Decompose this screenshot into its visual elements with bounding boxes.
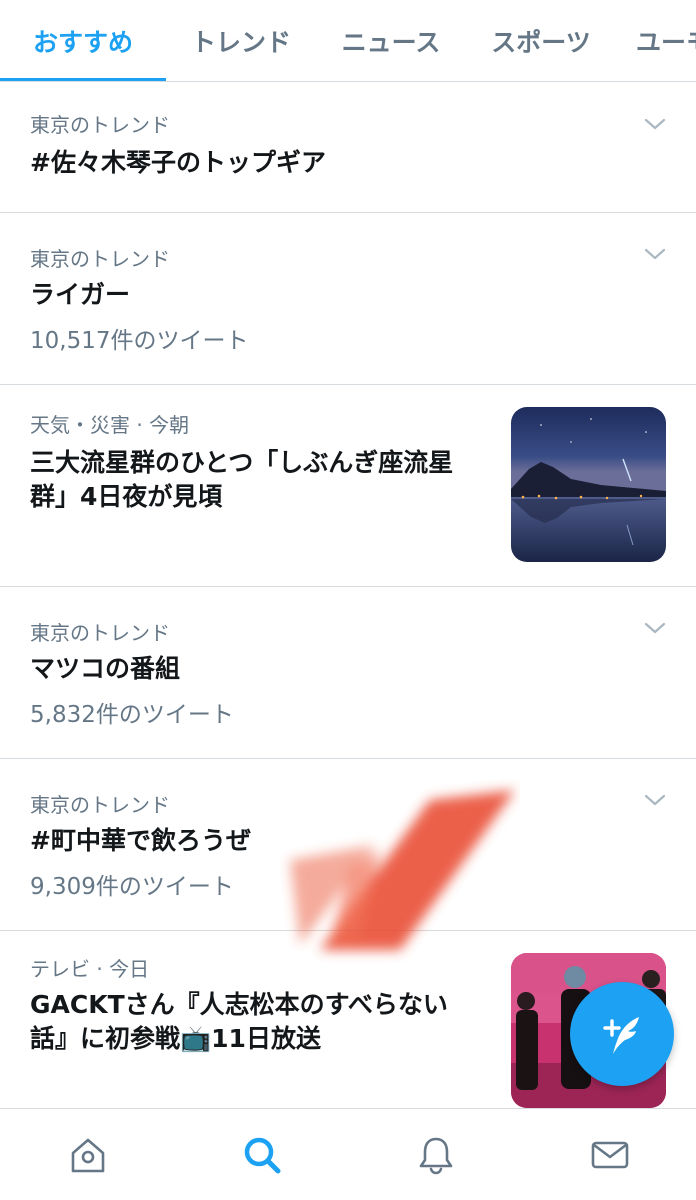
active-tab-indicator — [0, 78, 166, 81]
news-title-line2: 群」4日夜が見頃 — [30, 482, 223, 511]
night-lake-meteor-photo — [511, 407, 666, 562]
tweet-count: 10,517件のツイート — [30, 328, 249, 354]
trend-title: #町中華で飲ろうぜ — [30, 826, 251, 855]
trend-item[interactable]: 東京のトレンド #佐々木琴子のトップギア — [0, 83, 696, 213]
home-icon — [71, 1138, 105, 1173]
trend-context: 東京のトレンド — [30, 793, 170, 817]
compose-tweet-button[interactable] — [570, 982, 674, 1086]
trend-context: 東京のトレンド — [30, 247, 170, 271]
nav-home[interactable] — [64, 1131, 112, 1179]
television-emoji: 📺 — [180, 1024, 212, 1053]
tab-sports[interactable]: スポーツ — [468, 0, 614, 81]
news-context: テレビ · 今日 — [30, 957, 150, 981]
tweet-count: 5,832件のツイート — [30, 702, 234, 728]
trend-title: マツコの番組 — [30, 654, 181, 683]
trend-context: 東京のトレンド — [30, 621, 170, 645]
news-title-line1: GACKTさん『人志松本のすべらない — [30, 990, 448, 1019]
envelope-icon — [591, 1141, 629, 1169]
trend-title: #佐々木琴子のトップギア — [30, 148, 326, 177]
chevron-down-icon[interactable] — [644, 789, 666, 811]
trend-context: 東京のトレンド — [30, 113, 170, 137]
tweet-count: 9,309件のツイート — [30, 874, 234, 900]
nav-messages[interactable] — [586, 1131, 634, 1179]
news-item[interactable]: 天気・災害 · 今朝 三大流星群のひとつ「しぶんぎ座流星 群」4日夜が見頃 — [0, 385, 696, 587]
news-thumbnail — [511, 407, 666, 562]
explore-screen: おすすめ トレンド ニュース スポーツ ユーモア 東京のトレンド #佐々木琴子の… — [0, 0, 696, 1200]
tab-trends[interactable]: トレンド — [168, 0, 314, 81]
chevron-down-icon[interactable] — [644, 113, 666, 135]
trend-item[interactable]: 東京のトレンド ライガー 10,517件のツイート — [0, 213, 696, 385]
nav-notifications[interactable] — [412, 1131, 460, 1179]
bottom-navigation — [0, 1108, 696, 1200]
trend-item[interactable]: 東京のトレンド マツコの番組 5,832件のツイート — [0, 587, 696, 759]
search-icon — [244, 1137, 281, 1174]
chevron-down-icon[interactable] — [644, 617, 666, 639]
news-title-text: 11日放送 — [211, 1024, 321, 1053]
explore-tab-bar: おすすめ トレンド ニュース スポーツ ユーモア — [0, 0, 696, 82]
tab-humor[interactable]: ユーモア — [618, 0, 696, 81]
nav-search[interactable] — [238, 1131, 286, 1179]
news-context: 天気・災害 · 今朝 — [30, 413, 190, 437]
news-title-line1: 三大流星群のひとつ「しぶんぎ座流星 — [30, 448, 454, 477]
news-title-line2: 話』に初参戦📺11日放送 — [30, 1021, 321, 1057]
trend-item[interactable]: 東京のトレンド #町中華で飲ろうぜ 9,309件のツイート — [0, 759, 696, 931]
bell-icon — [419, 1137, 453, 1175]
tab-recommended[interactable]: おすすめ — [0, 0, 166, 81]
news-title-text: 話』に初参戦 — [30, 1024, 181, 1053]
tab-news[interactable]: ニュース — [318, 0, 464, 81]
trend-title: ライガー — [30, 280, 131, 309]
compose-tweet-icon — [603, 1017, 639, 1054]
chevron-down-icon[interactable] — [644, 243, 666, 265]
